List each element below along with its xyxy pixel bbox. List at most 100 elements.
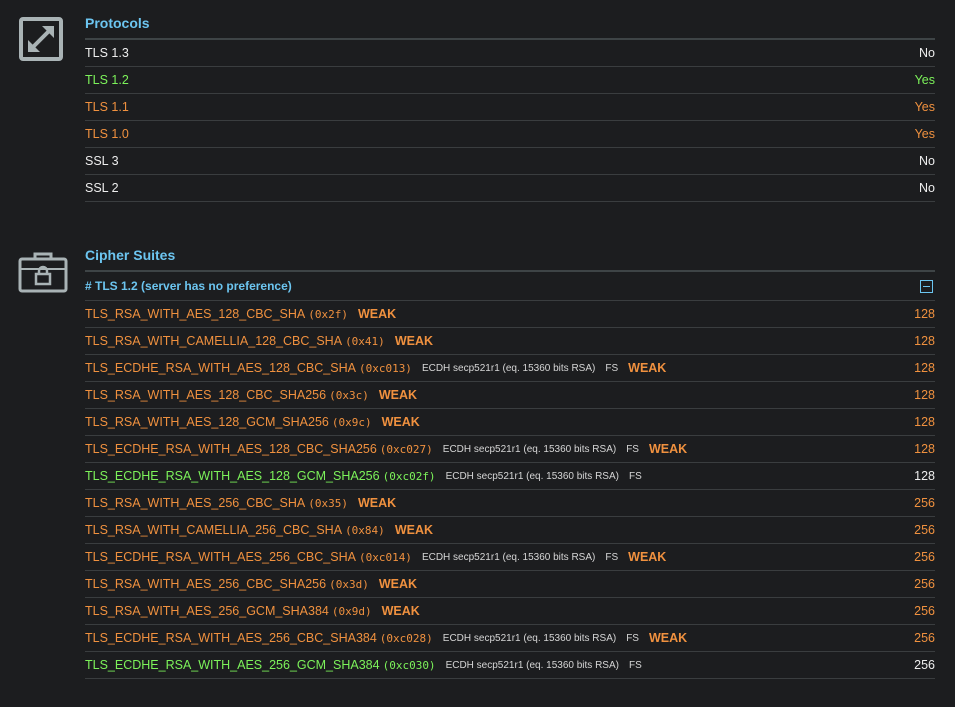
cipher-hex-code: (0x2f) [308,307,348,321]
cipher-row: TLS_ECDHE_RSA_WITH_AES_128_CBC_SHA (0xc01… [85,355,935,382]
cipher-name: TLS_RSA_WITH_AES_256_CBC_SHA256 [85,577,327,591]
cipher-info: TLS_RSA_WITH_AES_128_CBC_SHA (0x2f) WEAK [85,307,396,321]
protocol-row: TLS 1.3 No [85,40,935,67]
cipher-name: TLS_ECDHE_RSA_WITH_AES_128_CBC_SHA [85,361,356,375]
cipher-hex-code: (0x41) [345,334,385,348]
weak-badge: WEAK [394,523,434,537]
key-exchange-info: ECDH secp521r1 (eq. 15360 bits RSA) [445,659,619,671]
cipher-bits: 256 [914,496,935,510]
cipher-row: TLS_RSA_WITH_CAMELLIA_128_CBC_SHA (0x41) W… [85,328,935,355]
cipher-row: TLS_RSA_WITH_AES_128_GCM_SHA256 (0x9c) WEA… [85,409,935,436]
protocol-name: SSL 3 [85,154,119,168]
protocol-name: TLS 1.3 [85,46,129,60]
forward-secrecy-flag: FS [628,470,642,482]
cipher-info: TLS_RSA_WITH_AES_256_GCM_SHA384 (0x9d) WEA… [85,604,420,618]
cipher-name: TLS_RSA_WITH_AES_128_GCM_SHA256 [85,415,329,429]
cipher-bits: 128 [914,334,935,348]
cipher-info: TLS_ECDHE_RSA_WITH_AES_256_CBC_SHA (0xc01… [85,550,666,564]
protocol-support: No [919,46,935,60]
cipher-info: TLS_RSA_WITH_CAMELLIA_128_CBC_SHA (0x41) W… [85,334,433,348]
cipher-hex-code: (0x84) [345,523,385,537]
forward-secrecy-flag: FS [605,551,619,563]
expand-arrows-icon [18,16,68,61]
protocol-row: SSL 3 No [85,148,935,175]
cipher-hex-code: (0x9d) [331,604,372,618]
cipher-row: TLS_RSA_WITH_AES_256_CBC_SHA (0x35) WEAK 25… [85,490,935,517]
tls12-group-label: # TLS 1.2 (server has no preference) [85,279,292,293]
cipher-row: TLS_RSA_WITH_AES_256_GCM_SHA384 (0x9d) WEA… [85,598,935,625]
cipher-hex-code: (0xc02f) [382,469,436,483]
cipher-name: TLS_RSA_WITH_AES_128_CBC_SHA256 [85,388,327,402]
tls12-group-header: # TLS 1.2 (server has no preference) [85,272,935,301]
cipher-hex-code: (0x9c) [331,415,372,429]
cipher-name: TLS_RSA_WITH_AES_128_CBC_SHA [85,307,306,321]
cipher-bits: 256 [914,550,935,564]
key-exchange-info: ECDH secp521r1 (eq. 15360 bits RSA) [421,551,596,563]
forward-secrecy-flag: FS [628,659,642,671]
cipher-name: TLS_ECDHE_RSA_WITH_AES_128_GCM_SHA256 [85,469,380,483]
weak-badge: WEAK [628,550,667,564]
cipher-suites-table: TLS_RSA_WITH_AES_128_CBC_SHA (0x2f) WEAK 12… [85,301,935,679]
cipher-hex-code: (0xc013) [358,361,412,375]
forward-secrecy-flag: FS [626,632,639,644]
protocol-row: TLS 1.2 Yes [85,67,935,94]
cipher-row: TLS_RSA_WITH_AES_128_CBC_SHA (0x2f) WEAK 12… [85,301,935,328]
cipher-suites-title: Cipher Suites [85,246,935,272]
key-exchange-info: ECDH secp521r1 (eq. 15360 bits RSA) [442,632,617,644]
weak-badge: WEAK [648,631,688,645]
cipher-row: TLS_ECDHE_RSA_WITH_AES_256_CBC_SHA384 (0x… [85,625,935,652]
cipher-hex-code: (0xc014) [358,550,412,564]
cipher-row: TLS_RSA_WITH_CAMELLIA_256_CBC_SHA (0x84) W… [85,517,935,544]
cipher-bits: 128 [914,442,935,456]
cipher-hex-code: (0xc030) [382,658,436,672]
forward-secrecy-flag: FS [605,362,619,374]
weak-badge: WEAK [394,334,434,348]
cipher-row: TLS_RSA_WITH_AES_128_CBC_SHA256 (0x3c) WEA… [85,382,935,409]
cipher-bits: 256 [914,604,935,618]
cipher-row: TLS_RSA_WITH_AES_256_CBC_SHA256 (0x3d) WEA… [85,571,935,598]
cipher-bits: 128 [914,469,935,483]
protocol-name: TLS 1.0 [85,127,129,141]
cipher-info: TLS_RSA_WITH_AES_256_CBC_SHA256 (0x3d) WEA… [85,577,417,591]
protocol-row: SSL 2 No [85,175,935,202]
protocol-support: Yes [914,127,935,141]
cipher-name: TLS_RSA_WITH_AES_256_CBC_SHA [85,496,306,510]
protocol-support: Yes [914,100,935,114]
cipher-bits: 128 [914,415,935,429]
weak-badge: WEAK [357,307,397,321]
protocol-row: TLS 1.1 Yes [85,94,935,121]
cipher-info: TLS_RSA_WITH_CAMELLIA_256_CBC_SHA (0x84) W… [85,523,433,537]
protocol-support: Yes [914,73,935,87]
cipher-bits: 256 [914,658,935,672]
cipher-bits: 128 [914,307,935,321]
cipher-row: TLS_ECDHE_RSA_WITH_AES_256_CBC_SHA (0xc01… [85,544,935,571]
weak-badge: WEAK [378,388,418,402]
cipher-info: TLS_ECDHE_RSA_WITH_AES_256_CBC_SHA384 (0x… [85,631,687,645]
cipher-name: TLS_RSA_WITH_CAMELLIA_256_CBC_SHA [85,523,343,537]
weak-badge: WEAK [628,361,667,375]
cipher-row: TLS_ECDHE_RSA_WITH_AES_256_GCM_SHA384 (0x… [85,652,935,679]
cipher-name: TLS_RSA_WITH_CAMELLIA_128_CBC_SHA [85,334,343,348]
cipher-hex-code: (0xc028) [379,631,433,645]
key-exchange-info: ECDH secp521r1 (eq. 15360 bits RSA) [445,470,619,482]
cipher-info: TLS_ECDHE_RSA_WITH_AES_128_CBC_SHA256 (0x… [85,442,687,456]
cipher-name: TLS_RSA_WITH_AES_256_GCM_SHA384 [85,604,329,618]
protocol-name: TLS 1.2 [85,73,129,87]
protocol-support: No [919,181,935,195]
weak-badge: WEAK [648,442,688,456]
cipher-hex-code: (0x35) [308,496,348,510]
cipher-info: TLS_RSA_WITH_AES_128_GCM_SHA256 (0x9c) WEA… [85,415,420,429]
cipher-bits: 256 [914,577,935,591]
cipher-bits: 256 [914,523,935,537]
protocol-support: No [919,154,935,168]
cipher-info: TLS_ECDHE_RSA_WITH_AES_128_CBC_SHA (0xc01… [85,361,666,375]
collapse-icon[interactable] [920,279,933,293]
cipher-bits: 128 [914,388,935,402]
protocols-table: TLS 1.3 No TLS 1.2 Yes TLS 1.1 Yes TLS 1.0 Yes S… [85,40,935,202]
cipher-info: TLS_ECDHE_RSA_WITH_AES_256_GCM_SHA384 (0x… [85,658,642,672]
cipher-row: TLS_ECDHE_RSA_WITH_AES_128_CBC_SHA256 (0x… [85,436,935,463]
cipher-row: TLS_ECDHE_RSA_WITH_AES_128_GCM_SHA256 (0x… [85,463,935,490]
cipher-info: TLS_RSA_WITH_AES_256_CBC_SHA (0x35) WEAK [85,496,396,510]
cipher-name: TLS_ECDHE_RSA_WITH_AES_256_CBC_SHA [85,550,356,564]
protocol-row: TLS 1.0 Yes [85,121,935,148]
